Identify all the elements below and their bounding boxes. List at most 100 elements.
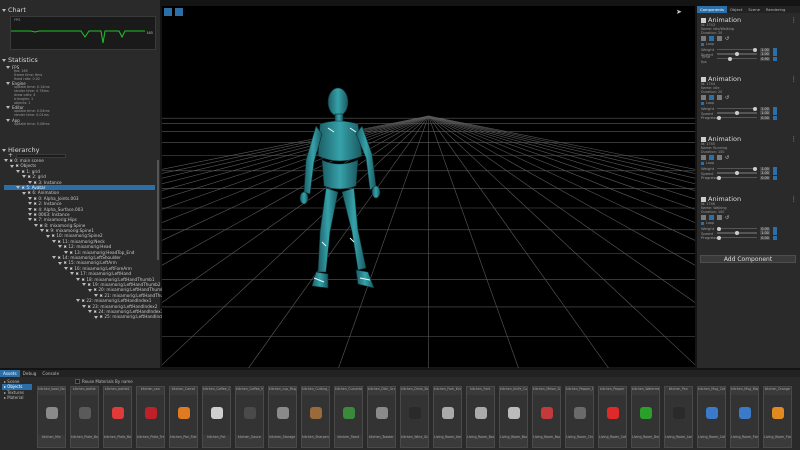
slider-value[interactable]: 1.00 [760, 47, 770, 52]
expand-triangle-icon[interactable] [28, 202, 32, 206]
slider-value[interactable]: 0.00 [760, 235, 770, 240]
reset-icon[interactable] [773, 166, 777, 171]
rewind-icon[interactable]: ↺ [725, 215, 730, 221]
slider-knob[interactable] [727, 56, 732, 61]
expand-triangle-icon[interactable] [82, 283, 86, 287]
slider-track[interactable] [717, 56, 757, 61]
slider-value[interactable]: 1.00 [760, 52, 770, 57]
asset-tile[interactable]: kitchen_Pepper Living_Room_Coffee [598, 386, 627, 448]
bottom-tab[interactable]: Debug [20, 370, 40, 377]
viewport[interactable]: ➤ ▲ [162, 6, 695, 368]
expand-triangle-icon[interactable] [34, 223, 38, 227]
chart-header[interactable]: Chart [0, 6, 26, 14]
bottom-tab[interactable]: Console [39, 370, 62, 377]
asset-tile[interactable]: kitchen_Watermelon Living_Room_Decor [631, 386, 660, 448]
slider-knob[interactable] [717, 226, 721, 231]
component-header[interactable]: Animation ⋮ [701, 75, 797, 83]
slider-value[interactable]: 1.00 [760, 231, 770, 236]
expand-triangle-icon[interactable] [58, 245, 62, 249]
component-menu-icon[interactable]: ⋮ [791, 16, 798, 24]
asset-tile[interactable]: kitchen_Pan Living_Room_Lamp [664, 386, 693, 448]
slider-knob[interactable] [717, 235, 721, 240]
bottom-tab[interactable]: Assets [0, 370, 20, 377]
slider-knob[interactable] [753, 106, 757, 111]
pause-icon[interactable] [717, 95, 722, 101]
inspector-tab[interactable]: Object [727, 6, 745, 13]
play-icon[interactable] [709, 95, 714, 101]
asset-tile[interactable]: kitchen_Knife_Cut Living_Room_Bookshelf [499, 386, 528, 448]
slider-value[interactable]: 1.00 [760, 111, 770, 116]
slider-track[interactable] [717, 52, 757, 57]
stop-icon[interactable] [701, 155, 706, 161]
pause-icon[interactable] [717, 36, 722, 42]
asset-tile[interactable]: kitchen_Orange Living_Room_Flower_Vase2 [763, 386, 792, 448]
loop-checkbox[interactable] [701, 43, 704, 47]
tree-item[interactable]: ✖ 25: mixamorig:LeftHandIndex4 [4, 314, 169, 319]
expand-triangle-icon[interactable] [22, 175, 26, 179]
slider-value[interactable]: 0.00 [760, 226, 770, 231]
expand-triangle-icon[interactable] [88, 310, 92, 314]
slider-track[interactable] [717, 166, 757, 171]
rotate-tool-icon[interactable] [175, 8, 183, 16]
slider-track[interactable] [717, 115, 757, 120]
asset-tile[interactable]: kitchen_Melon_Slice Living_Room_Books [532, 386, 561, 448]
stop-icon[interactable] [701, 95, 706, 101]
pause-icon[interactable] [717, 155, 722, 161]
loop-checkbox[interactable] [701, 162, 704, 166]
inspector-tab[interactable]: Rendering [763, 6, 788, 13]
reset-icon[interactable] [773, 56, 777, 61]
inspector-tab[interactable]: Components [697, 6, 728, 13]
slider-value[interactable]: 1.00 [760, 171, 770, 176]
asset-tile[interactable]: kitchen_Carrot kitchen_Pan_Flat [169, 386, 198, 448]
slider-knob[interactable] [753, 47, 757, 52]
hierarchy-scrollbar[interactable] [157, 160, 159, 260]
asset-tile[interactable]: kitchen_Drink_Bottle kitchen_Wine_Glass [400, 386, 429, 448]
reset-icon[interactable] [773, 106, 777, 111]
reset-icon[interactable] [773, 115, 777, 120]
slider-track[interactable] [717, 106, 757, 111]
play-icon[interactable] [709, 36, 714, 42]
slider-value[interactable]: 1.00 [760, 106, 770, 111]
stop-icon[interactable] [701, 215, 706, 221]
asset-tile[interactable]: kitchen_bottle2 kitchen_Plate_Bowl_Knife [103, 386, 132, 448]
expand-triangle-icon[interactable] [70, 272, 74, 276]
expand-triangle-icon[interactable] [28, 207, 32, 211]
slider-track[interactable] [717, 175, 757, 180]
expand-triangle-icon[interactable] [52, 256, 56, 260]
asset-tile[interactable]: kitchen_can kitchen_Plate_Tray [136, 386, 165, 448]
slider-knob[interactable] [753, 166, 757, 171]
expand-triangle-icon[interactable] [58, 261, 62, 265]
reset-icon[interactable] [773, 47, 777, 52]
asset-tile[interactable]: kitchen_bottle kitchen_Plate_Bowl_Mat [70, 386, 99, 448]
expand-triangle-icon[interactable] [4, 159, 8, 163]
expand-triangle-icon[interactable] [52, 240, 56, 244]
reset-icon[interactable] [773, 111, 777, 116]
play-icon[interactable] [709, 215, 714, 221]
asset-tile[interactable]: kitchen_Mug_Marble Living_Room_Flower_Vas… [730, 386, 759, 448]
add-component-button[interactable]: Add Component [700, 255, 796, 263]
play-icon[interactable] [709, 155, 714, 161]
expand-triangle-icon[interactable] [76, 299, 80, 303]
component-header[interactable]: Animation ⋮ [701, 16, 797, 24]
pause-icon[interactable] [717, 215, 722, 221]
rewind-icon[interactable]: ↺ [725, 155, 730, 161]
component-menu-icon[interactable]: ⋮ [791, 195, 798, 203]
reset-icon[interactable] [773, 171, 777, 176]
asset-tile[interactable]: kitchen_Mug_Coffee Living_Room_Coffee_Tab… [697, 386, 726, 448]
expand-triangle-icon[interactable] [94, 315, 98, 319]
asset-tile[interactable]: kitchen_Coffee_Cup kitchen_Pot [202, 386, 231, 448]
reset-icon[interactable] [773, 52, 777, 57]
reuse-materials-option[interactable]: Reuse Materials By name [75, 379, 133, 384]
slider-knob[interactable] [717, 115, 721, 120]
asset-tile[interactable]: kitchen_Pepper_Mill Living_Room_Chair [565, 386, 594, 448]
expand-triangle-icon[interactable] [64, 250, 68, 254]
reset-icon[interactable] [773, 231, 777, 236]
slider-track[interactable] [717, 231, 757, 236]
expand-triangle-icon[interactable] [94, 293, 98, 297]
loop-checkbox[interactable] [701, 222, 704, 226]
reuse-materials-checkbox[interactable] [75, 379, 80, 384]
inspector-tab[interactable]: Scene [745, 6, 763, 13]
slider-knob[interactable] [717, 175, 721, 180]
folder-item[interactable]: ▸ Material [2, 395, 32, 400]
component-header[interactable]: Animation ⋮ [701, 195, 797, 203]
